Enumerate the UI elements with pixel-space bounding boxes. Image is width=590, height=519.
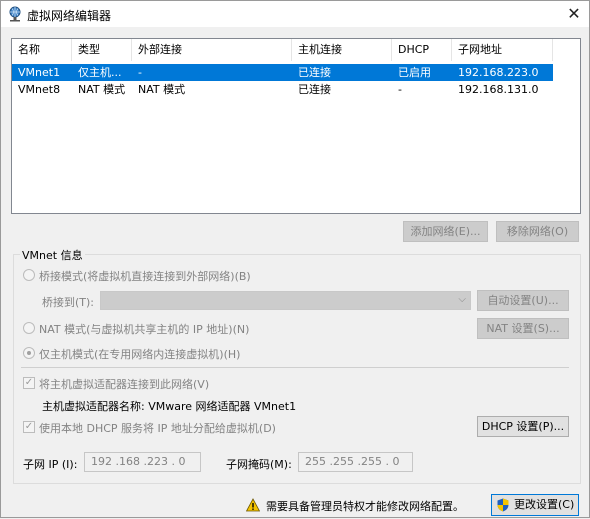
nat-settings-button[interactable]: NAT 设置(S)... bbox=[477, 318, 569, 339]
host-only-mode-label: 仅主机模式(在专用网络内连接虚拟机)(H) bbox=[39, 348, 241, 361]
divider bbox=[21, 367, 569, 368]
table-row[interactable]: VMnet1 仅主机... - 已连接 已启用 192.168.223.0 bbox=[12, 64, 553, 81]
nat-mode-radio[interactable] bbox=[23, 322, 35, 334]
network-list[interactable]: 名称 类型 外部连接 主机连接 DHCP 子网地址 VMnet1 仅主机... … bbox=[11, 38, 581, 214]
auto-settings-button[interactable]: 自动设置(U)... bbox=[477, 290, 569, 311]
column-header-host[interactable]: 主机连接 bbox=[292, 39, 392, 61]
cell-type: NAT 模式 bbox=[78, 83, 126, 96]
title-bar: 虚拟网络编辑器 ✕ bbox=[1, 1, 589, 27]
connect-adapter-label: 将主机虚拟适配器连接到此网络(V) bbox=[39, 378, 210, 391]
change-settings-label: 更改设置(C) bbox=[514, 498, 575, 511]
cell-name: VMnet1 bbox=[18, 66, 61, 79]
vmnet-info-title: VMnet 信息 bbox=[20, 247, 85, 263]
network-list-header: 名称 类型 外部连接 主机连接 DHCP 子网地址 bbox=[12, 39, 580, 61]
close-icon[interactable]: ✕ bbox=[559, 1, 589, 27]
cell-external: NAT 模式 bbox=[138, 83, 186, 96]
column-header-external[interactable]: 外部连接 bbox=[132, 39, 292, 61]
chevron-down-icon: ⌵ bbox=[458, 294, 466, 305]
dhcp-settings-button[interactable]: DHCP 设置(P)... bbox=[477, 416, 569, 437]
host-only-mode-radio[interactable] bbox=[23, 347, 35, 359]
use-dhcp-label: 使用本地 DHCP 服务将 IP 地址分配给虚拟机(D) bbox=[39, 422, 276, 435]
subnet-mask-field[interactable]: 255 .255 .255 . 0 bbox=[298, 452, 413, 472]
cell-name: VMnet8 bbox=[18, 83, 61, 96]
cell-subnet: 192.168.131.0 bbox=[458, 83, 539, 96]
add-network-button[interactable]: 添加网络(E)... bbox=[403, 221, 488, 242]
nat-mode-label: NAT 模式(与虚拟机共享主机的 IP 地址)(N) bbox=[39, 323, 250, 336]
subnet-ip-label: 子网 IP (I): bbox=[23, 458, 78, 471]
cell-type: 仅主机... bbox=[78, 66, 122, 79]
subnet-ip-field[interactable]: 192 .168 .223 . 0 bbox=[84, 452, 201, 472]
column-header-dhcp[interactable]: DHCP bbox=[392, 39, 452, 61]
cell-host: 已连接 bbox=[298, 83, 331, 96]
admin-warning-text: 需要具备管理员特权才能修改网络配置。 bbox=[266, 500, 464, 513]
cell-subnet: 192.168.223.0 bbox=[458, 66, 539, 79]
bridged-mode-label: 桥接模式(将虚拟机直接连接到外部网络)(B) bbox=[39, 270, 251, 283]
uac-shield-icon bbox=[497, 498, 509, 512]
use-dhcp-checkbox[interactable]: ✓ bbox=[23, 421, 35, 433]
network-globe-icon bbox=[9, 6, 21, 22]
column-header-type[interactable]: 类型 bbox=[72, 39, 132, 61]
footer: 需要具备管理员特权才能修改网络配置。 更改设置(C) bbox=[1, 491, 589, 519]
bridged-to-label: 桥接到(T): bbox=[42, 296, 95, 309]
cell-dhcp: 已启用 bbox=[398, 66, 431, 79]
adapter-name-label: 主机虚拟适配器名称: VMware 网络适配器 VMnet1 bbox=[42, 400, 297, 413]
subnet-mask-label: 子网掩码(M): bbox=[226, 458, 292, 471]
connect-adapter-checkbox[interactable]: ✓ bbox=[23, 377, 35, 389]
change-settings-button[interactable]: 更改设置(C) bbox=[491, 494, 579, 516]
cell-dhcp: - bbox=[398, 83, 402, 96]
remove-network-button[interactable]: 移除网络(O) bbox=[496, 221, 579, 242]
cell-external: - bbox=[138, 66, 142, 79]
column-header-subnet[interactable]: 子网地址 bbox=[452, 39, 553, 61]
vmnet-info-group bbox=[13, 254, 581, 484]
column-header-name[interactable]: 名称 bbox=[12, 39, 72, 61]
table-row[interactable]: VMnet8 NAT 模式 NAT 模式 已连接 - 192.168.131.0 bbox=[12, 81, 580, 98]
cell-host: 已连接 bbox=[298, 66, 331, 79]
bridged-mode-radio[interactable] bbox=[23, 269, 35, 281]
warning-icon bbox=[246, 498, 260, 512]
virtual-network-editor-window: 虚拟网络编辑器 ✕ 名称 类型 外部连接 主机连接 DHCP 子网地址 VMne… bbox=[0, 0, 590, 518]
bridged-to-select[interactable]: ⌵ bbox=[100, 291, 471, 310]
window-title: 虚拟网络编辑器 bbox=[27, 9, 112, 23]
